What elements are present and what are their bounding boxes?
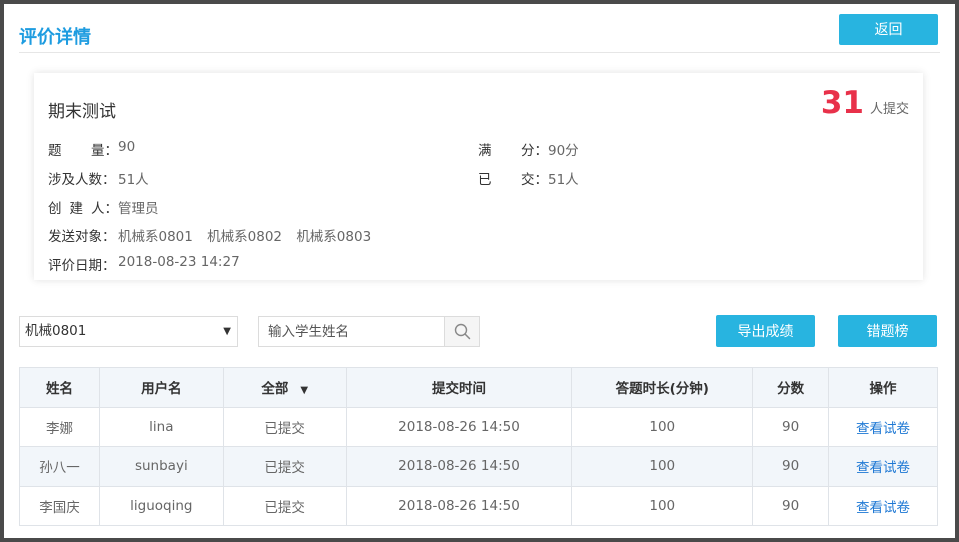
cell-username: sunbayi	[98, 446, 224, 487]
cell-duration: 100	[571, 446, 754, 487]
table-row: 李国庆 liguoqing 已提交 2018-08-26 14:50 100 9…	[19, 485, 938, 526]
cell-submit-time: 2018-08-26 14:50	[345, 406, 573, 447]
col-header-submit-time: 提交时间	[345, 367, 573, 408]
creator-row: 创建人： 管理员	[48, 197, 159, 217]
caret-down-icon: ▼	[300, 385, 309, 397]
view-paper-link[interactable]: 查看试卷	[856, 500, 910, 516]
targets-value: 机械系0801 机械系0802 机械系0803	[118, 225, 381, 245]
search-icon	[454, 323, 470, 340]
submitted-label: 已交：	[478, 172, 548, 188]
back-button[interactable]: 返回	[839, 14, 938, 45]
involved-value: 51人	[118, 172, 149, 188]
target-item: 机械系0802	[207, 229, 283, 245]
cell-duration: 100	[571, 406, 754, 447]
col-header-name: 姓名	[19, 367, 100, 408]
question-count-row: 题量： 90	[48, 139, 135, 159]
date-row: 评价日期： 2018-08-23 14:27	[48, 254, 240, 274]
exam-info-card: 期末测试 31 人提交 题量： 90 满分： 90分 涉及人数： 51人 已 交…	[34, 73, 923, 280]
caret-down-icon: ▼	[223, 326, 231, 337]
creator-label: 创建人：	[48, 201, 118, 217]
full-score-row: 满分： 90分	[478, 139, 579, 159]
full-score-value: 90分	[548, 143, 579, 159]
cell-action: 查看试卷	[828, 406, 938, 447]
cell-status: 已提交	[222, 446, 347, 487]
exam-name: 期末测试	[48, 102, 116, 122]
submitted-row: 已交： 51人	[478, 168, 579, 188]
question-count-value: 90	[118, 139, 136, 155]
cell-submit-time: 2018-08-26 14:50	[345, 446, 573, 487]
question-count-label: 题量：	[48, 143, 118, 159]
view-paper-link[interactable]: 查看试卷	[856, 421, 910, 437]
table-row: 李娜 lina 已提交 2018-08-26 14:50 100 90 查看试卷	[19, 406, 938, 447]
cell-name: 李国庆	[19, 485, 100, 526]
cell-action: 查看试卷	[828, 485, 938, 526]
search-box	[258, 316, 480, 347]
cell-score: 90	[752, 446, 830, 487]
cell-name: 孙八一	[19, 446, 100, 487]
submit-count-unit: 人提交	[869, 102, 909, 117]
class-select[interactable]: 机械0801 ▼	[19, 316, 238, 347]
cell-duration: 100	[571, 485, 754, 526]
class-select-value: 机械0801	[25, 323, 87, 339]
cell-name: 李娜	[19, 406, 100, 447]
wrong-questions-button[interactable]: 错题榜	[838, 315, 937, 347]
col-header-username: 用户名	[98, 367, 224, 408]
involved-row: 涉及人数： 51人	[48, 168, 149, 188]
target-item: 机械系0801	[118, 229, 193, 245]
involved-label: 涉及人数：	[48, 172, 116, 188]
export-scores-button[interactable]: 导出成绩	[716, 315, 815, 347]
submit-count-number: 31	[820, 85, 864, 121]
status-filter[interactable]: 全部 ▼	[222, 367, 347, 408]
title-divider	[19, 52, 940, 53]
targets-label: 发送对象：	[48, 229, 116, 245]
submit-count: 31 人提交	[821, 85, 909, 121]
view-paper-link[interactable]: 查看试卷	[856, 460, 910, 476]
cell-action: 查看试卷	[828, 446, 938, 487]
cell-status: 已提交	[222, 485, 347, 526]
submitted-value: 51人	[548, 172, 579, 188]
page-title: 评价详情	[19, 27, 91, 48]
student-search-input[interactable]	[259, 317, 446, 346]
creator-value: 管理员	[118, 201, 159, 217]
search-button[interactable]	[444, 317, 479, 346]
cell-submit-time: 2018-08-26 14:50	[345, 485, 573, 526]
col-header-action: 操作	[828, 367, 938, 408]
cell-score: 90	[752, 485, 830, 526]
date-label: 评价日期：	[48, 258, 116, 274]
cell-username: lina	[98, 406, 224, 447]
cell-username: liguoqing	[98, 485, 224, 526]
cell-score: 90	[752, 406, 830, 447]
full-score-label: 满分：	[478, 143, 548, 159]
col-header-score: 分数	[752, 367, 830, 408]
page-frame: 评价详情 返回 期末测试 31 人提交 题量： 90 满分： 90分 涉及人数：…	[4, 4, 955, 538]
table-header-row: 姓名 用户名 全部 ▼ 提交时间 答题时长(分钟) 分数 操作	[19, 367, 938, 408]
date-value: 2018-08-23 14:27	[118, 254, 240, 270]
col-header-duration: 答题时长(分钟)	[571, 367, 754, 408]
table-row: 孙八一 sunbayi 已提交 2018-08-26 14:50 100 90 …	[19, 446, 938, 487]
targets-row: 发送对象： 机械系0801 机械系0802 机械系0803	[48, 225, 381, 245]
results-table: 姓名 用户名 全部 ▼ 提交时间 答题时长(分钟) 分数 操作 李娜 lina 已…	[19, 367, 938, 526]
target-item: 机械系0803	[296, 229, 372, 245]
cell-status: 已提交	[222, 406, 347, 447]
